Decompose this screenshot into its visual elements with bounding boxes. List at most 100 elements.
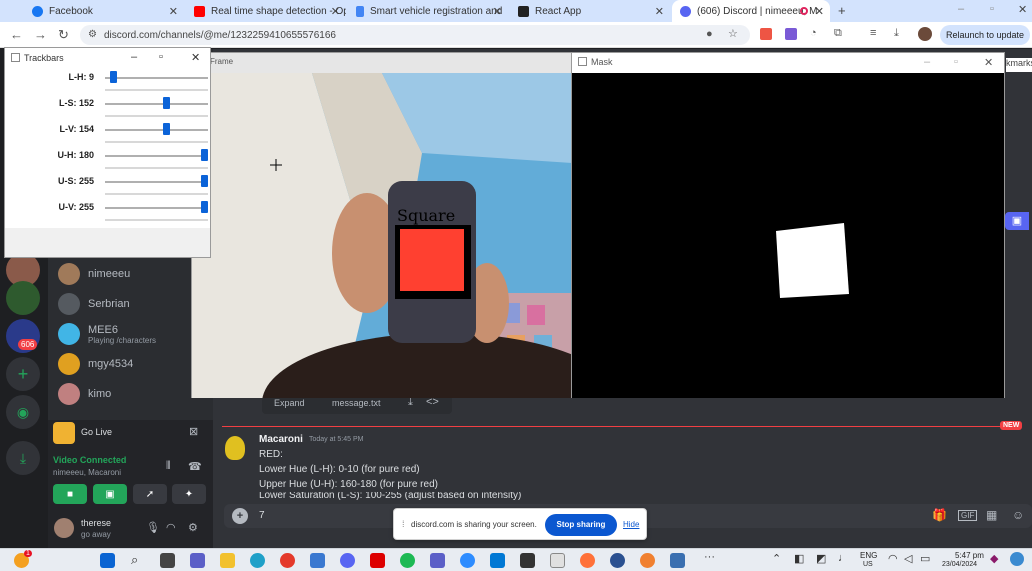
site-info-icon[interactable]: ⚙ xyxy=(88,29,97,40)
dm-item[interactable]: kimo xyxy=(58,380,111,408)
reading-list-icon[interactable]: ≡ xyxy=(870,27,876,39)
maximize-icon[interactable]: ▫ xyxy=(159,51,163,63)
message-author[interactable]: Macaroni xyxy=(259,434,303,445)
app-icon[interactable] xyxy=(640,553,655,568)
profile-avatar[interactable] xyxy=(918,27,932,41)
url-text[interactable]: discord.com/channels/@me/123225941065557… xyxy=(104,30,336,41)
extension-icon[interactable] xyxy=(760,28,772,40)
teams-icon[interactable] xyxy=(430,553,445,568)
edge-icon[interactable] xyxy=(250,553,265,568)
mic-icon[interactable]: 🎙 xyxy=(146,521,160,534)
store-icon[interactable] xyxy=(310,553,325,568)
search-icon[interactable]: ⌕ xyxy=(131,552,138,568)
maximize-icon[interactable]: ▫ xyxy=(990,3,994,15)
extension-icon[interactable] xyxy=(785,28,797,40)
gift-icon[interactable]: 🎁 xyxy=(932,508,947,522)
puzzle-icon[interactable]: ⧉ xyxy=(834,27,842,40)
close-icon[interactable]: ✕ xyxy=(169,5,178,18)
tab-discord[interactable]: (606) Discord | nimeeeu, M ✕ xyxy=(672,0,830,22)
mic-tray-icon[interactable]: ♩ xyxy=(838,552,849,564)
trackbar-thumb[interactable] xyxy=(162,97,170,109)
server-icon[interactable] xyxy=(6,281,40,315)
explore-icon[interactable]: ◉ xyxy=(6,395,40,429)
close-window-icon[interactable]: ✕ xyxy=(1018,3,1027,16)
relaunch-button[interactable]: Relaunch to update xyxy=(940,25,1030,45)
performance-icon[interactable]: ◔ xyxy=(810,27,817,39)
close-icon[interactable]: ✕ xyxy=(815,5,824,18)
new-tab-button[interactable]: + xyxy=(838,3,846,18)
stop-sharing-button[interactable]: Stop sharing xyxy=(545,514,617,536)
clock-time[interactable]: 5:47 pm xyxy=(955,551,984,560)
trackbar-thumb[interactable] xyxy=(162,123,170,135)
app-icon[interactable] xyxy=(550,553,565,568)
attachment-filename[interactable]: message.txt xyxy=(332,398,381,408)
tab-shape-detection[interactable]: Real time shape detection - Op ✕ xyxy=(186,0,346,22)
dm-item[interactable]: mgy4534 xyxy=(58,350,133,378)
hide-link[interactable]: Hide xyxy=(623,520,639,529)
minimize-icon[interactable]: – xyxy=(131,51,137,63)
tab-react-app[interactable]: React App ✕ xyxy=(510,0,670,22)
trackbar-track[interactable] xyxy=(105,129,208,131)
trackbar-u-v[interactable]: U-V: 255 xyxy=(5,200,210,226)
notification-bell-icon[interactable]: ◆ xyxy=(990,552,998,565)
trackbar-track[interactable] xyxy=(105,155,208,157)
region-indicator[interactable]: US xyxy=(863,561,873,568)
wifi-icon[interactable]: ◠ xyxy=(888,552,898,565)
camera-button[interactable]: ■ xyxy=(53,484,87,504)
bookmark-star-icon[interactable]: ☆ xyxy=(728,27,738,40)
trackbar-u-h[interactable]: U-H: 180 xyxy=(5,148,210,174)
disconnect-icon[interactable]: ☎ xyxy=(188,460,202,473)
minimize-icon[interactable]: – xyxy=(924,56,930,68)
inbox-icon[interactable]: ▣ xyxy=(1005,212,1029,230)
soundboard-button[interactable]: ✦ xyxy=(172,484,206,504)
vscode-icon[interactable] xyxy=(490,553,505,568)
copilot-icon[interactable] xyxy=(1010,552,1024,566)
tab-facebook[interactable]: Facebook ✕ xyxy=(24,0,184,22)
expand-button[interactable]: Expand xyxy=(274,398,305,408)
app-icon[interactable] xyxy=(610,553,625,568)
firefox-icon[interactable] xyxy=(580,553,595,568)
tray-icon[interactable]: ◧ xyxy=(794,552,804,565)
forward-icon[interactable]: → xyxy=(34,27,47,42)
message-input-value[interactable]: 7 xyxy=(259,510,265,521)
back-icon[interactable]: ← xyxy=(10,27,23,42)
start-icon[interactable] xyxy=(100,553,115,568)
volume-icon[interactable]: ◁ xyxy=(904,552,912,565)
close-icon[interactable]: ✕ xyxy=(191,51,200,64)
terminal-icon[interactable] xyxy=(520,553,535,568)
headphones-icon[interactable]: ◠ xyxy=(166,521,176,534)
trackbar-thumb[interactable] xyxy=(201,201,208,213)
file-explorer-icon[interactable] xyxy=(220,553,235,568)
activity-button[interactable]: ➚ xyxy=(133,484,167,504)
trackbar-track[interactable] xyxy=(105,207,208,209)
dm-item[interactable]: nimeeeu xyxy=(58,260,130,288)
noise-suppression-icon[interactable]: ⫴ xyxy=(166,460,171,473)
add-server-icon[interactable]: + xyxy=(6,357,40,391)
discord-icon[interactable] xyxy=(340,553,355,568)
minimize-icon[interactable]: – xyxy=(958,3,964,15)
trackbar-thumb[interactable] xyxy=(109,71,117,83)
download-icon[interactable]: ⤓ xyxy=(894,27,899,40)
trackbar-l-h[interactable]: L-H: 9 xyxy=(5,70,210,96)
task-view-icon[interactable] xyxy=(160,553,175,568)
download-apps-icon[interactable]: ⤓ xyxy=(6,441,40,475)
teams-icon[interactable] xyxy=(190,553,205,568)
trackbar-thumb[interactable] xyxy=(201,149,208,161)
dm-item[interactable]: Serbrian xyxy=(58,290,130,318)
close-icon[interactable]: ✕ xyxy=(984,56,993,69)
voice-status[interactable]: Video Connected xyxy=(53,455,126,465)
close-icon[interactable]: ⊠ xyxy=(189,425,198,438)
emoji-icon[interactable]: ☺ xyxy=(1012,508,1024,522)
battery-icon[interactable]: ▭ xyxy=(920,552,930,565)
netflix-icon[interactable] xyxy=(370,553,385,568)
tray-icon[interactable]: ◩ xyxy=(816,552,826,565)
avatar[interactable] xyxy=(54,518,74,538)
reload-icon[interactable]: ↻ xyxy=(58,27,69,43)
close-icon[interactable]: ✕ xyxy=(655,5,664,18)
close-icon[interactable]: ✕ xyxy=(493,5,502,18)
screen-share-button[interactable]: ▣ xyxy=(93,484,127,504)
trackbar-track[interactable] xyxy=(105,77,208,79)
dm-item[interactable]: MEE6 Playing /characters xyxy=(58,320,156,348)
trackbar-l-s[interactable]: L-S: 152 xyxy=(5,96,210,122)
spotify-icon[interactable] xyxy=(400,553,415,568)
